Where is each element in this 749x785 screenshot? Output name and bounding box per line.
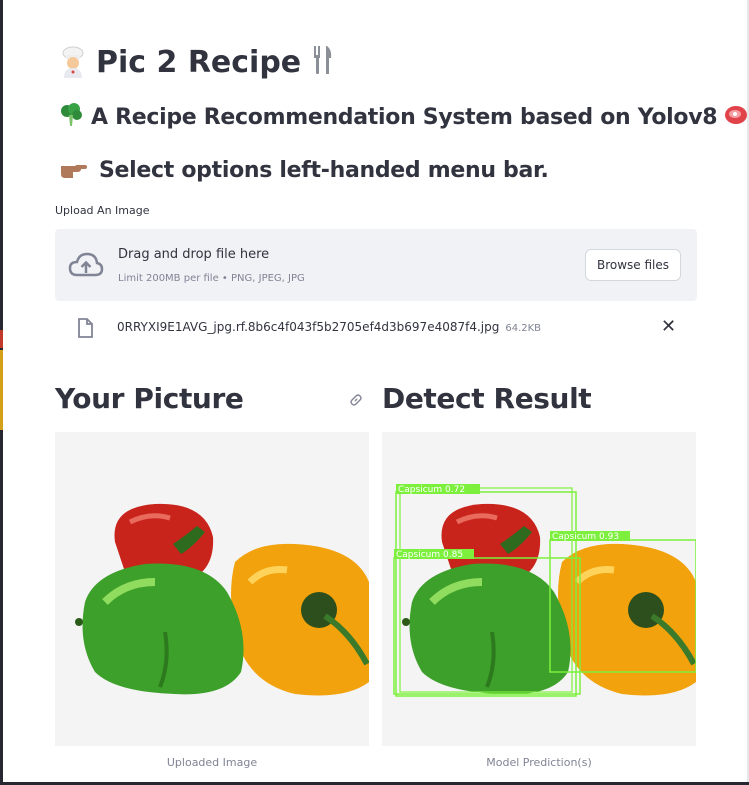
uploaded-image: [55, 432, 369, 746]
fork-knife-icon: [311, 44, 335, 80]
page-title: Pic 2 Recipe: [60, 40, 335, 84]
file-name: 0RRYXI9E1AVG_jpg.rf.8b6c4f043f5b2705ef4d…: [117, 320, 500, 334]
browse-files-button[interactable]: Browse files: [585, 249, 681, 281]
file-size: 64.2KB: [505, 323, 542, 334]
uploaded-image-caption: Uploaded Image: [166, 756, 258, 769]
chef-icon: [60, 46, 86, 78]
subtitle-text: A Recipe Recommendation System based on …: [91, 104, 718, 130]
meat-icon: [723, 102, 749, 132]
detection-column: Detect Result Capsicum 0.72 Capsicum 0.9…: [382, 380, 696, 769]
picture-column: Your Picture Uploaded Image: [55, 380, 369, 769]
prediction-image: Capsicum 0.72 Capsicum 0.93 Capsicum 0.8…: [382, 432, 696, 746]
file-icon: [77, 318, 93, 342]
detection-label-1: Capsicum 0.72: [398, 485, 465, 495]
cloud-upload-icon: [68, 251, 104, 283]
dropzone-limit: Limit 200MB per file • PNG, JPEG, JPG: [118, 273, 305, 284]
detection-label-2: Capsicum 0.93: [552, 532, 619, 542]
sidebar-edge: [0, 0, 3, 785]
file-dropzone[interactable]: Drag and drop file here Limit 200MB per …: [55, 229, 697, 301]
your-picture-heading: Your Picture: [55, 382, 244, 415]
app-title: Pic 2 Recipe: [96, 44, 302, 80]
broccoli-icon: [59, 102, 85, 132]
link-icon[interactable]: [348, 392, 364, 412]
uploaded-file-row: 0RRYXI9E1AVG_jpg.rf.8b6c4f043f5b2705ef4d…: [55, 310, 697, 346]
detection-label-3: Capsicum 0.85: [396, 550, 463, 560]
page-subtitle: A Recipe Recommendation System based on …: [59, 99, 749, 135]
detect-result-heading: Detect Result: [382, 382, 592, 415]
instruction-heading: Select options left-handed menu bar.: [59, 152, 549, 188]
instruction-text: Select options left-handed menu bar.: [99, 157, 549, 183]
dropzone-instructions: Drag and drop file here: [118, 247, 270, 262]
pointing-hand-icon: [59, 156, 89, 184]
close-icon[interactable]: ✕: [661, 316, 676, 337]
prediction-image-caption: Model Prediction(s): [486, 756, 592, 769]
upload-label: Upload An Image: [55, 204, 150, 217]
